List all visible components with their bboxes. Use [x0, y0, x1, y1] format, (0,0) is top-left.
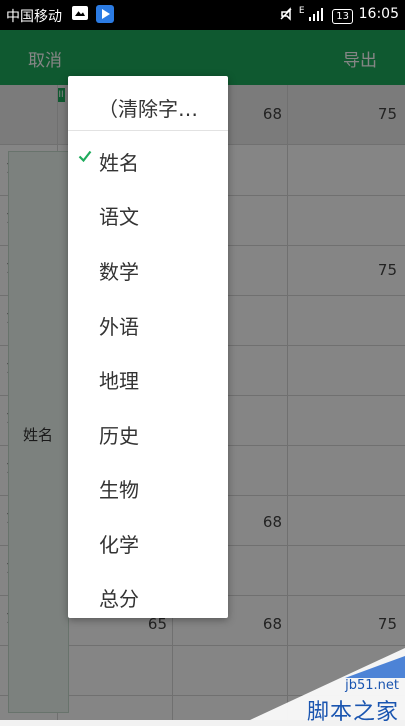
menu-item-label: 姓名 [99, 151, 139, 175]
menu-item-history[interactable]: 历史 [68, 405, 228, 459]
menu-item-label: 地理 [99, 369, 139, 393]
play-icon [96, 5, 114, 23]
menu-item-name[interactable]: 姓名 [68, 132, 228, 186]
menu-item-math[interactable]: 数学 [68, 241, 228, 295]
menu-item-label: 总分 [99, 587, 139, 611]
menu-item-biology[interactable]: 生物 [68, 459, 228, 513]
menu-item-label: 历史 [99, 424, 139, 448]
carrier-name: 中国移动 [6, 9, 62, 25]
network-type: E [298, 6, 305, 16]
menu-item-clear[interactable]: （清除字… [68, 78, 228, 132]
menu-divider [68, 130, 228, 131]
menu-item-foreign-language[interactable]: 外语 [68, 296, 228, 350]
mute-icon [280, 7, 292, 21]
menu-item-label: 生物 [99, 478, 139, 502]
checkmark-icon [78, 150, 92, 163]
menu-item-chemistry[interactable]: 化学 [68, 514, 228, 568]
battery-icon: 13 [332, 9, 353, 24]
menu-item-label: （清除字… [98, 97, 198, 121]
menu-item-label: 外语 [99, 315, 139, 339]
menu-item-total[interactable]: 总分 [68, 568, 228, 622]
menu-item-label: 化学 [99, 533, 139, 557]
menu-item-label: 数学 [99, 260, 139, 284]
menu-item-label: 语文 [99, 205, 139, 229]
field-dropdown-menu: （清除字… 姓名 语文 数学 外语 地理 历史 生物 化学 总分 [68, 76, 228, 618]
watermark-text: 脚本之家 [306, 700, 399, 725]
site-watermark: jb51.net 脚本之家 [250, 648, 405, 725]
image-icon [72, 6, 88, 20]
clock: 16:05 [358, 6, 399, 22]
status-bar: 中国移动 E 13 16:05 [0, 0, 405, 30]
watermark-url: jb51.net [345, 678, 399, 693]
status-right: E 13 [279, 6, 353, 24]
menu-item-geography[interactable]: 地理 [68, 350, 228, 404]
signal-icon [309, 8, 324, 21]
menu-item-chinese[interactable]: 语文 [68, 186, 228, 240]
